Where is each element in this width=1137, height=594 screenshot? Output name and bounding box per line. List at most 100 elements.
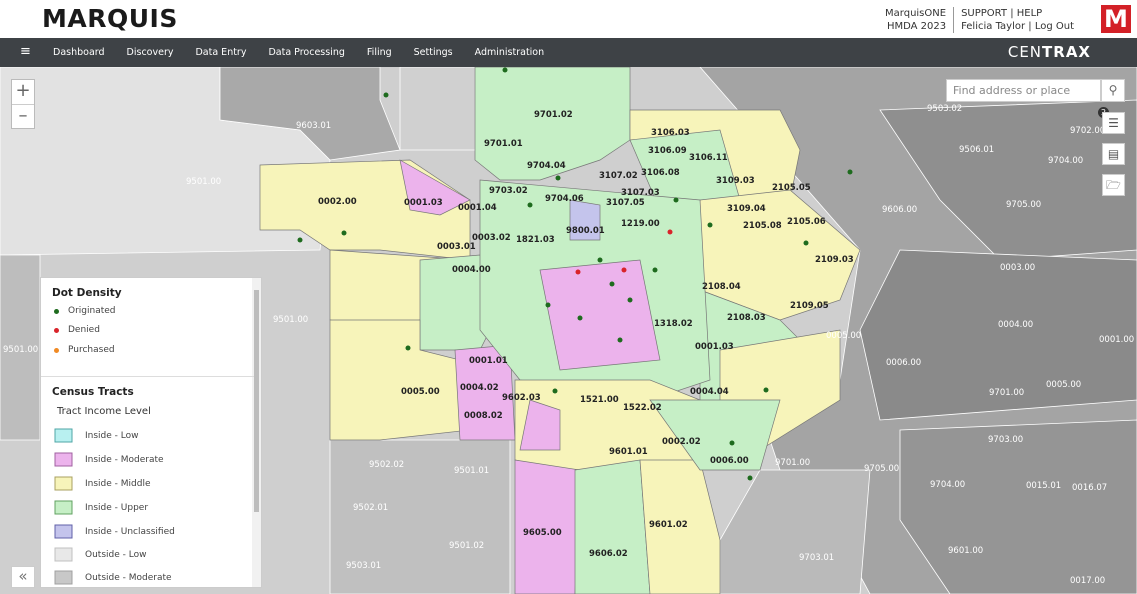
svg-text:9701.00: 9701.00 [989,388,1024,398]
legend-scrollbar[interactable] [252,278,261,587]
legend-scroll-thumb[interactable] [254,290,259,512]
svg-text:9501.00: 9501.00 [186,177,221,187]
marquis-m-logo[interactable]: M [1101,5,1131,33]
brand-light: CEN [1007,43,1043,61]
legend-item-inside-low: Inside - Low [54,428,139,443]
dot-density-title: Dot Density [52,287,122,299]
main-nav: ≡ Dashboard Discovery Data Entry Data Pr… [0,38,1137,67]
outside-low-swatch [54,547,73,562]
tract-label: 3107.03 [621,188,660,198]
nav-item-data-entry[interactable]: Data Entry [184,38,257,67]
tract-label: 9601.01 [609,447,648,457]
svg-text:0003.00: 0003.00 [1000,263,1035,273]
legend-item-originated: Originated [54,306,116,316]
svg-text:0016.07: 0016.07 [1072,483,1107,493]
tract-label: 9602.03 [502,393,541,403]
zoom-out-button[interactable]: – [12,104,34,128]
tract-label: 0002.00 [318,197,357,207]
search-icon[interactable]: ⚲ [1101,79,1125,102]
nav-item-dashboard[interactable]: Dashboard [42,38,116,67]
nav-item-data-processing[interactable]: Data Processing [257,38,355,67]
tract-label: 9704.04 [527,161,566,171]
tract-label: 0001.03 [695,342,734,352]
nav-items: Dashboard Discovery Data Entry Data Proc… [42,38,555,67]
legend-label: Originated [68,306,116,316]
legend-label: Inside - Middle [85,478,151,489]
legend-item-inside-moderate: Inside - Moderate [54,452,164,467]
tract-label: 9605.00 [523,528,562,538]
legend-label: Outside - Low [85,549,147,560]
svg-text:9606.00: 9606.00 [882,205,917,215]
svg-text:0004.00: 0004.00 [998,320,1033,330]
tract-label: 3106.11 [689,153,728,163]
inside-low-swatch [54,428,73,443]
account-links: SUPPORT | HELP Felicia Taylor | Log Out [953,7,1081,33]
census-tracts-title: Census Tracts [52,386,134,398]
zoom-in-button[interactable]: + [12,80,34,104]
outside-moderate-swatch [54,570,73,585]
svg-text:0006.00: 0006.00 [886,358,921,368]
svg-text:9502.02: 9502.02 [369,460,404,470]
top-header: MARQUIS MarquisONE HMDA 2023 SUPPORT | H… [0,0,1137,38]
tract-area[interactable] [514,459,581,594]
support-link[interactable]: SUPPORT [961,8,1007,19]
svg-text:0001.00: 0001.00 [1099,335,1134,345]
svg-text:9702.00: 9702.00 [1070,126,1105,136]
tract-label: 9701.01 [484,139,523,149]
nav-item-discovery[interactable]: Discovery [116,38,185,67]
tract-area[interactable] [574,459,651,594]
svg-text:9703.00: 9703.00 [988,435,1023,445]
marquis-logo[interactable]: MARQUIS [42,4,178,33]
tract-label: 9703.02 [489,186,528,196]
tract-label: 0006.00 [710,456,749,466]
tract-label: 3109.04 [727,204,766,214]
svg-text:9501.02: 9501.02 [449,541,484,551]
layers-icon[interactable]: ☰ [1102,112,1125,134]
help-link[interactable]: HELP [1017,8,1042,19]
tract-label: 0001.03 [404,198,443,208]
nav-item-settings[interactable]: Settings [403,38,464,67]
tract-label: 9704.06 [545,194,584,204]
nav-item-administration[interactable]: Administration [464,38,556,67]
legend-item-inside-middle: Inside - Middle [54,476,151,491]
svg-text:9701.00: 9701.00 [775,458,810,468]
tract-area[interactable] [539,259,661,371]
svg-text:0017.00: 0017.00 [1070,576,1105,586]
tract-label: 1522.02 [623,403,662,413]
legend-item-denied: Denied [54,325,100,335]
outside-area [399,67,476,151]
denied-dot-icon [54,327,59,333]
tract-label: 0003.01 [437,242,476,252]
legend-divider [41,376,254,377]
tract-label: 9800.01 [566,226,605,236]
tract-label: 3107.02 [599,171,638,181]
purchased-dot-icon [54,347,59,353]
nav-item-filing[interactable]: Filing [356,38,403,67]
product-info: MarquisONE HMDA 2023 [878,7,953,33]
save-icon[interactable]: ▤ [1102,143,1125,165]
tract-label: 9606.02 [589,549,628,559]
logout-link[interactable]: Log Out [1035,21,1074,32]
legend-label: Denied [68,325,100,335]
svg-text:9501.00: 9501.00 [273,315,308,325]
svg-text:9704.00: 9704.00 [930,480,965,490]
svg-text:9601.00: 9601.00 [948,546,983,556]
svg-text:9503.01: 9503.01 [346,561,381,571]
tract-label: 0005.00 [401,387,440,397]
tract-label: 1318.02 [654,319,693,329]
inside-upper-swatch [54,500,73,515]
tract-label: 0001.01 [469,356,508,366]
address-search-input[interactable]: Find address or place [946,79,1101,102]
tract-label: 9701.02 [534,110,573,120]
legend-label: Inside - Unclassified [85,526,175,537]
tract-label: 3106.08 [641,168,680,178]
tract-label: 0004.04 [690,387,729,397]
centrax-logo: CENTRAX [1008,43,1091,61]
tract-label: 3106.09 [648,146,687,156]
collapse-panel-icon[interactable]: « [11,566,35,588]
tract-label: 0004.00 [452,265,491,275]
menu-icon[interactable]: ≡ [20,44,31,59]
folder-icon[interactable]: 🗁 [1102,174,1125,196]
income-level-title: Tract Income Level [57,406,151,417]
svg-text:9703.01: 9703.01 [799,553,834,563]
